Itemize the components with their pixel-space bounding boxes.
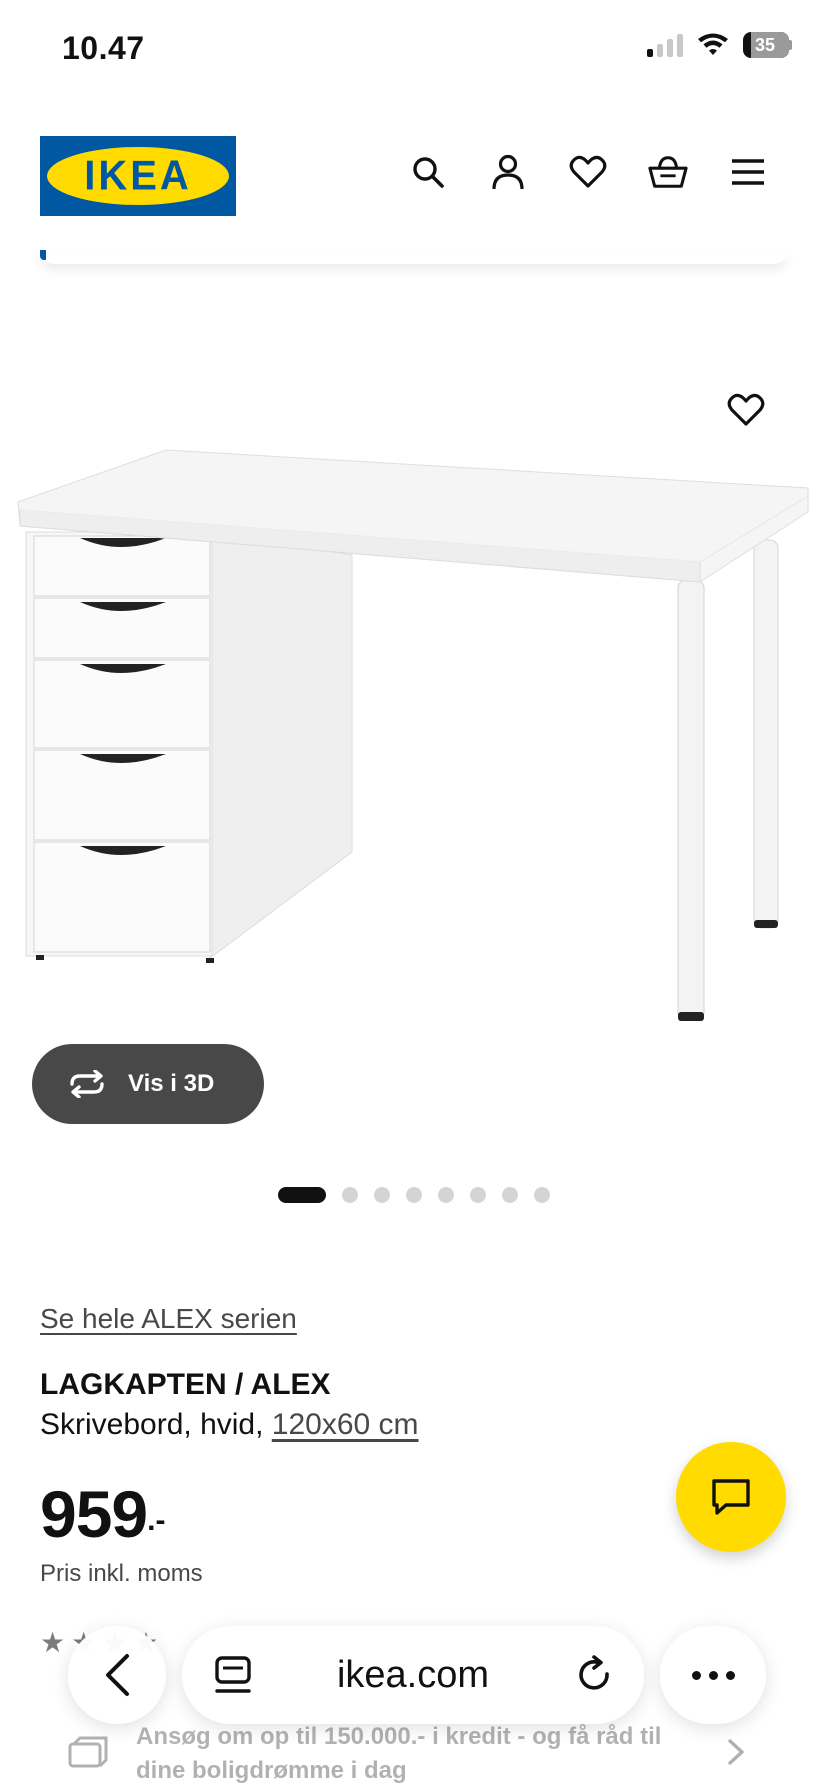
browser-more-button[interactable] [660, 1626, 766, 1724]
price-suffix: .- [147, 1504, 166, 1537]
status-time: 10.47 [62, 30, 145, 66]
carousel-dot[interactable] [502, 1187, 518, 1203]
cellular-signal-icon [647, 33, 683, 57]
menu-icon[interactable] [728, 152, 768, 192]
carousel-dot[interactable] [406, 1187, 422, 1203]
product-description: Skrivebord, hvid, 120x60 cm [40, 1408, 419, 1442]
basket-icon[interactable] [648, 152, 688, 192]
rotate-3d-icon [70, 1070, 104, 1098]
search-icon[interactable] [408, 152, 448, 192]
carousel-dot[interactable] [374, 1187, 390, 1203]
chevron-left-icon [106, 1654, 129, 1696]
site-header: IKEA [0, 100, 828, 270]
product-name: LAGKAPTEN / ALEX [40, 1368, 331, 1401]
logo-text: IKEA [84, 152, 192, 199]
price-note: Pris inkl. moms [40, 1560, 203, 1587]
status-bar: 10.47 35 [0, 0, 828, 100]
battery-level: 35 [754, 34, 776, 55]
chevron-right-icon [728, 1739, 744, 1765]
wifi-icon [698, 33, 728, 55]
carousel-dot[interactable] [438, 1187, 454, 1203]
carousel-dot[interactable] [342, 1187, 358, 1203]
carousel-dot[interactable] [534, 1187, 550, 1203]
image-carousel-indicator [0, 1187, 828, 1203]
product-price: 959 .- [40, 1476, 165, 1552]
ikea-logo[interactable]: IKEA [40, 136, 236, 216]
desk-illustration [17, 449, 809, 1021]
credit-line-2: dine boligdrømme i dag [136, 1757, 407, 1784]
header-actions [408, 152, 768, 192]
favorite-product-icon[interactable] [724, 388, 768, 432]
chat-button[interactable] [676, 1442, 786, 1552]
carousel-dot[interactable] [470, 1187, 486, 1203]
product-size-link[interactable]: 120x60 cm [272, 1408, 419, 1441]
view-3d-label: Vis i 3D [128, 1070, 215, 1097]
reload-icon[interactable] [574, 1654, 616, 1696]
view-3d-button[interactable]: Vis i 3D [32, 1044, 264, 1124]
credit-banner[interactable]: Ansøg om op til 150.000.- i kredit - og … [0, 1716, 828, 1792]
header-divider [40, 250, 788, 264]
battery-icon: 35 [743, 32, 789, 58]
status-icons: 35 [647, 32, 792, 58]
product-description-text: Skrivebord, hvid, [40, 1408, 272, 1441]
browser-back-button[interactable] [68, 1626, 166, 1724]
carousel-dot[interactable] [278, 1187, 326, 1203]
product-image[interactable] [0, 300, 828, 1150]
price-value: 959 [40, 1477, 148, 1551]
browser-address-bar[interactable]: ikea.com [182, 1626, 644, 1724]
chat-icon [712, 1479, 750, 1515]
credit-line-1: Ansøg om op til 150.000.- i kredit - og … [136, 1723, 662, 1750]
credit-banner-text: Ansøg om op til 150.000.- i kredit - og … [136, 1720, 716, 1788]
credit-card-icon [68, 1736, 108, 1768]
series-link[interactable]: Se hele ALEX serien [40, 1303, 297, 1335]
browser-toolbar: ikea.com [0, 1600, 828, 1730]
profile-icon[interactable] [488, 152, 528, 192]
heart-icon[interactable] [568, 152, 608, 192]
